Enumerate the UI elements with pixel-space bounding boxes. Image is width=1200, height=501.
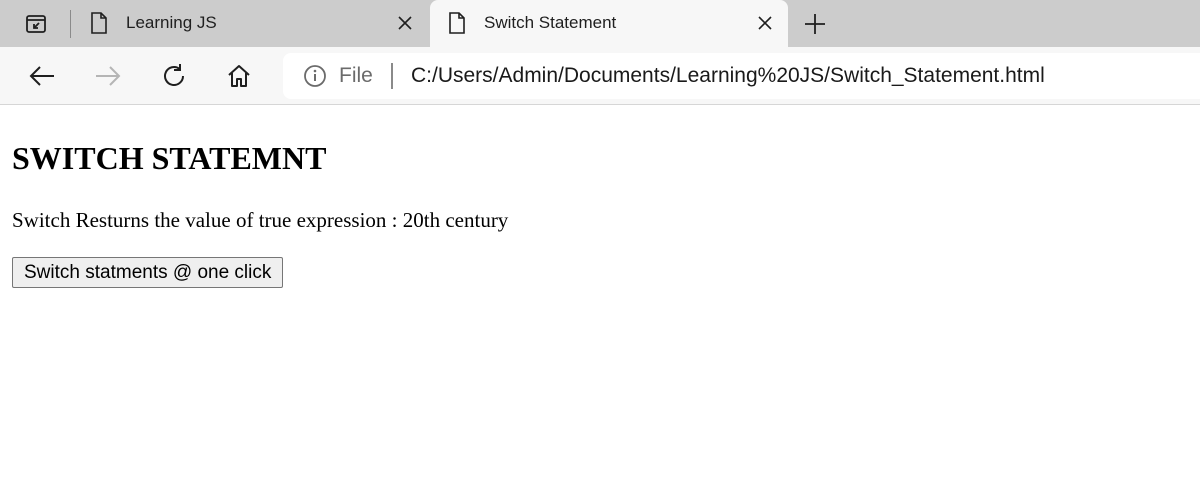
refresh-icon [164, 64, 184, 87]
back-button[interactable] [27, 61, 57, 91]
tab-title: Learning JS [126, 13, 217, 32]
page-heading: SWITCH STATEMNT [12, 140, 327, 176]
tab-strip: Learning JS Switch Statement [0, 0, 1200, 47]
page-icon [449, 12, 465, 34]
close-tab-icon[interactable] [756, 14, 774, 32]
plus-icon [805, 14, 825, 34]
info-icon[interactable] [303, 64, 327, 88]
result-text: Switch Resturns the value of true expres… [12, 208, 509, 232]
switch-statements-button[interactable]: Switch statments @ one click [12, 257, 284, 288]
tab-switch-statement[interactable]: Switch Statement [430, 0, 788, 47]
tab-separator [70, 10, 71, 38]
refresh-button[interactable] [159, 61, 189, 91]
back-arrow-icon [29, 66, 54, 86]
forward-button[interactable] [93, 61, 123, 91]
forward-arrow-icon [96, 66, 121, 86]
page-content: SWITCH STATEMNT Switch Resturns the valu… [12, 106, 1192, 288]
home-button[interactable] [224, 61, 254, 91]
page-icon [91, 12, 107, 34]
address-url[interactable]: C:/Users/Admin/Documents/Learning%20JS/S… [411, 64, 1045, 88]
tab-actions-icon [26, 15, 46, 33]
tab-title: Switch Statement [484, 13, 617, 32]
address-scheme-label: File [339, 64, 373, 87]
address-bar[interactable]: File C:/Users/Admin/Documents/Learning%2… [283, 53, 1200, 99]
address-divider [391, 63, 393, 89]
home-icon [228, 65, 250, 87]
tab-learning-js[interactable]: Learning JS [72, 0, 428, 47]
new-tab-button[interactable] [802, 11, 828, 37]
browser-toolbar: File C:/Users/Admin/Documents/Learning%2… [0, 47, 1200, 105]
close-tab-icon[interactable] [396, 14, 414, 32]
tab-actions-button[interactable] [14, 11, 58, 37]
